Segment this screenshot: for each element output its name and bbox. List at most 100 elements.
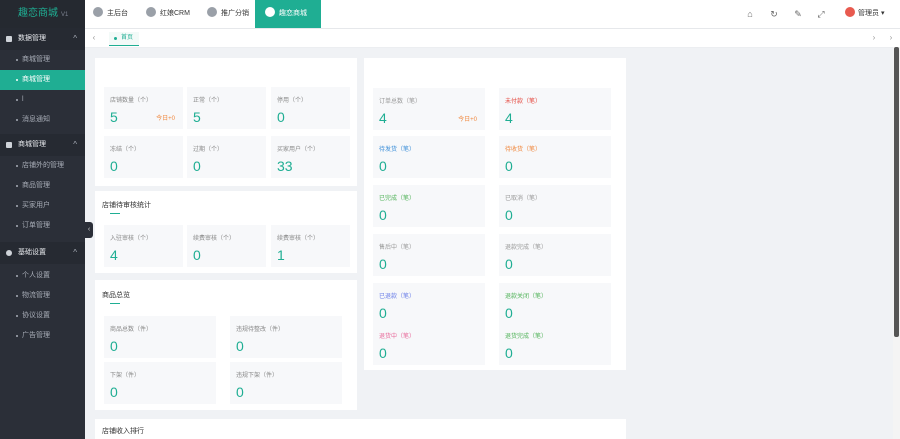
sidebar-item-agreement[interactable]: 协议设置 (0, 306, 85, 326)
store-icon (265, 7, 275, 18)
refresh-icon[interactable]: ↻ (769, 9, 779, 19)
brand-version: V1 (61, 12, 69, 18)
stat-value: 0 (110, 158, 118, 174)
sidebar-group-data[interactable]: 数据管理 ^ (0, 28, 85, 50)
sidebar-item-messages[interactable]: 消息通知 (0, 110, 85, 130)
fullscreen-icon[interactable]: ⤢ (816, 9, 826, 19)
stat-card: 待收货（笔） 0 (499, 136, 611, 178)
stat-card: 订单总数（笔） 4 今日+0 (373, 88, 485, 130)
stat-label: 退货完成（笔） (505, 334, 548, 340)
sidebar-group-label: 数据管理 (18, 35, 46, 42)
sidebar-group-settings[interactable]: 基础设置 ^ (0, 242, 85, 264)
stat-label: 续费审核（个） (193, 236, 236, 242)
stat-card: 未付款（笔） 4 (499, 88, 611, 130)
tab-close-button[interactable]: › (884, 29, 898, 47)
section-title: 店铺收入排行 (102, 428, 144, 435)
stat-value: 1 (277, 247, 285, 263)
sidebar-item-logistics[interactable]: 物流管理 (0, 286, 85, 306)
stat-label: 续费审核（个） (277, 236, 320, 242)
stat-value: 4 (379, 110, 387, 126)
stat-label: 停用（个） (277, 98, 308, 104)
brand-name: 趣恋商城 (18, 8, 58, 19)
stat-value: 0 (505, 305, 513, 321)
stat-card: 违规待整改（件） 0 (230, 316, 342, 358)
stat-value: 0 (505, 345, 513, 361)
stat-label: 店铺数量（个） (110, 98, 153, 104)
chevron-up-icon: ^ (73, 34, 77, 43)
sidebar-item-mall[interactable]: 商城管理 (0, 50, 85, 70)
sidebar-item-buyers[interactable]: 买家用户 (0, 196, 85, 216)
tab-prev-button[interactable]: ‹ (87, 29, 101, 47)
section-underline (110, 213, 120, 214)
stat-label: 过期（个） (193, 147, 224, 153)
sidebar-item-ads[interactable]: 广告管理 (0, 326, 85, 346)
tab-next-button[interactable]: › (867, 29, 881, 47)
income-ranking-panel: 店铺收入排行 (95, 419, 626, 439)
stat-card: 已退款（笔） 0 (373, 283, 485, 325)
stat-card: 已取消（笔） 0 (499, 185, 611, 227)
stat-label: 违规下架（件） (236, 373, 279, 379)
stat-value: 0 (110, 384, 118, 400)
module-label: 趣恋商城 (279, 10, 307, 17)
sidebar-item-goods[interactable]: 商品管理 (0, 176, 85, 196)
home-icon[interactable]: ⌂ (745, 9, 755, 19)
stat-card: 正常（个） 5 (187, 87, 266, 129)
stat-value: 0 (110, 338, 118, 354)
module-crm[interactable]: 红娘CRM (146, 0, 190, 28)
scrollbar-thumb[interactable] (894, 47, 899, 337)
sidebar: 趣恋商城 V1 数据管理 ^ 商城管理 商城管理 l 消息通知 商城管理 ^ 店铺外的… (0, 0, 85, 439)
pending-review-panel: 店铺待审核统计 入驻审核（个） 4 续费审核（个） 0 续费审核（个） 1 (95, 191, 357, 273)
stat-today: 今日+0 (458, 117, 477, 123)
module-distribution[interactable]: 推广分销 (207, 0, 249, 28)
module-label: 红娘CRM (160, 10, 190, 17)
stat-label: 已完成（笔） (379, 196, 416, 202)
stat-value: 0 (379, 256, 387, 272)
stat-label: 退款完成（笔） (505, 245, 548, 251)
stat-label: 待收货（笔） (505, 147, 542, 153)
sidebar-item-orders[interactable]: 订单管理 (0, 216, 85, 236)
sidebar-item-l[interactable]: l (0, 90, 85, 110)
topbar: 主后台 红娘CRM 推广分销 趣恋商城 ⌂ ↻ ✎ ⤢ 管理员 ▾ (85, 0, 900, 29)
stat-card: 售后中（笔） 0 (373, 234, 485, 276)
stat-card: 店铺数量（个） 5 今日+0 (104, 87, 183, 129)
stat-value: 0 (505, 158, 513, 174)
stat-value: 0 (193, 158, 201, 174)
stat-label: 订单总数（笔） (379, 99, 422, 105)
stat-value: 4 (110, 247, 118, 263)
sidebar-item-mall-active[interactable]: 商城管理 (0, 70, 85, 90)
stat-value: 0 (505, 207, 513, 223)
stat-card: 违规下架（件） 0 (230, 362, 342, 404)
stat-card: 续费审核（个） 1 (271, 225, 350, 267)
share-icon (207, 7, 217, 18)
sidebar-item-stores[interactable]: 店铺外的管理 (0, 156, 85, 176)
stat-label: 未付款（笔） (505, 99, 542, 105)
avatar (845, 7, 855, 18)
stat-value: 0 (505, 256, 513, 272)
stat-card: 停用（个） 0 (271, 87, 350, 129)
chevron-up-icon: ^ (73, 140, 77, 149)
module-label: 推广分销 (221, 10, 249, 17)
module-main[interactable]: 主后台 (93, 0, 128, 28)
tab-home[interactable]: 首页 (109, 32, 140, 46)
user-name: 管理员 (858, 10, 879, 17)
sidebar-group-label: 商城管理 (18, 141, 46, 148)
stat-card: 退款关闭（笔） 0 (499, 283, 611, 325)
user-menu[interactable]: 管理员 ▾ (845, 0, 884, 28)
stat-label: 冻结（个） (110, 147, 141, 153)
stat-value: 0 (379, 345, 387, 361)
sidebar-collapse-button[interactable]: ‹ (85, 222, 93, 238)
stat-value: 33 (277, 158, 293, 174)
stat-label: 已退款（笔） (379, 294, 416, 300)
brand-logo[interactable]: 趣恋商城 V1 (0, 0, 85, 28)
stat-card: 买家用户（个） 33 (271, 136, 350, 178)
stat-label: 违规待整改（件） (236, 327, 285, 333)
sidebar-group-mall[interactable]: 商城管理 ^ (0, 134, 85, 156)
orders-overview-panel: 订单总数（笔） 4 今日+0 未付款（笔） 4 待发货（笔） 0 待收货（笔） 0 已完成… (364, 58, 626, 370)
stat-label: 待发货（笔） (379, 147, 416, 153)
sidebar-item-profile[interactable]: 个人设置 (0, 266, 85, 286)
heart-icon (146, 7, 156, 18)
module-mall[interactable]: 趣恋商城 (255, 0, 321, 28)
stat-label: 入驻审核（个） (110, 236, 153, 242)
stat-card: 过期（个） 0 (187, 136, 266, 178)
clear-icon[interactable]: ✎ (793, 9, 803, 19)
